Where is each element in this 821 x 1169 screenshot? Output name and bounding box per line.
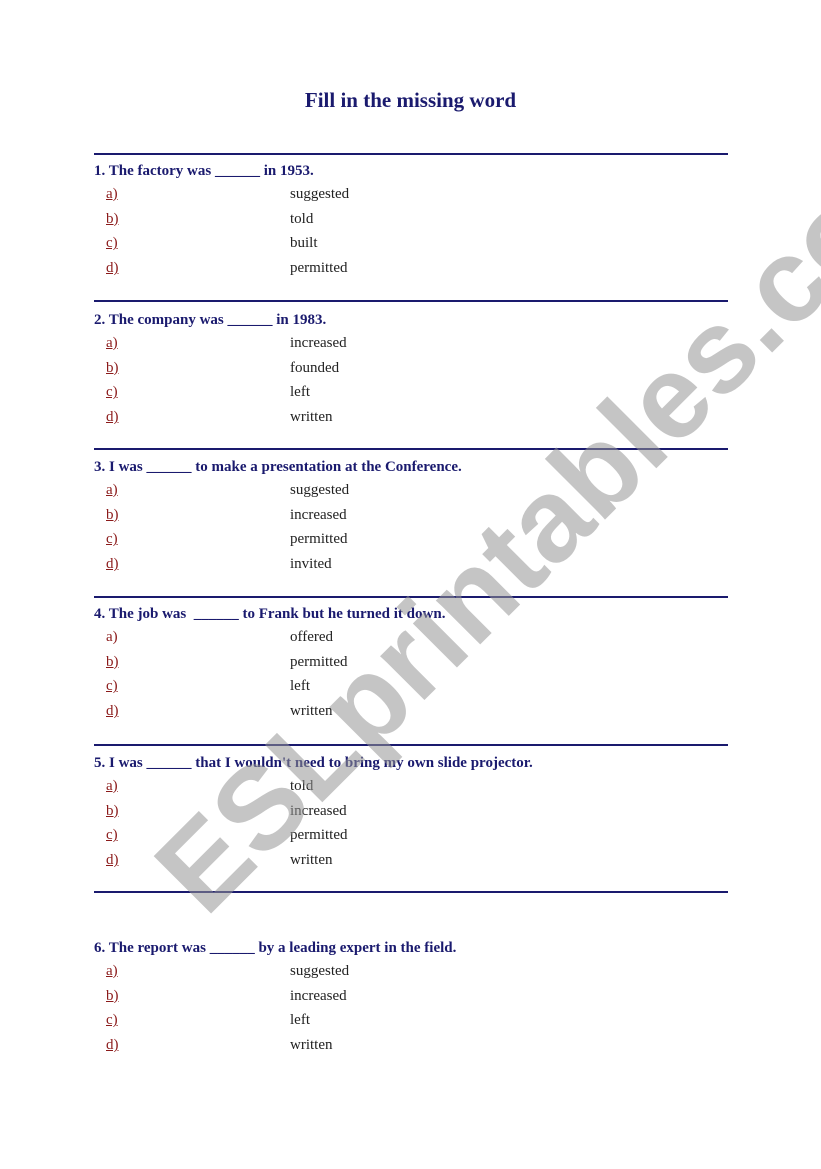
option-word: invited xyxy=(290,556,332,573)
option-a[interactable]: a) offered xyxy=(94,625,734,650)
option-letter[interactable]: b) xyxy=(106,356,119,381)
option-word: suggested xyxy=(290,186,350,202)
divider xyxy=(94,744,728,746)
option-c[interactable]: c) left xyxy=(94,1008,734,1033)
option-b[interactable]: b) increased xyxy=(94,799,734,824)
question-text: 2. The company was ______ in 1983. xyxy=(94,312,327,328)
option-b[interactable]: b) founded xyxy=(94,356,734,381)
divider xyxy=(94,153,728,155)
option-letter[interactable]: d) xyxy=(106,405,119,430)
option-b[interactable]: b) told xyxy=(94,207,734,232)
divider xyxy=(94,300,728,302)
option-letter[interactable]: d) xyxy=(106,552,119,577)
option-word: written xyxy=(290,703,333,720)
option-word: offered xyxy=(290,629,334,645)
question-5: 5. I was ______ that I wouldn't need to … xyxy=(94,752,734,873)
option-b[interactable]: b) increased xyxy=(94,984,734,1009)
option-word: founded xyxy=(290,359,340,376)
option-a[interactable]: a) suggested xyxy=(94,478,734,503)
option-c[interactable]: c) permitted xyxy=(94,527,734,552)
option-letter[interactable]: c) xyxy=(106,380,118,405)
option-word: permitted xyxy=(290,531,348,548)
question-6: 6. The report was ______ by a leading ex… xyxy=(94,937,734,1058)
option-word: increased xyxy=(290,335,347,351)
option-letter[interactable]: c) xyxy=(106,1008,118,1033)
option-word: permitted xyxy=(290,827,348,844)
question-4: 4. The job was ______ to Frank but he tu… xyxy=(94,603,734,724)
option-d[interactable]: d) written xyxy=(94,405,734,430)
option-letter[interactable]: d) xyxy=(106,848,119,873)
option-letter[interactable]: d) xyxy=(106,256,119,281)
option-word: increased xyxy=(290,987,347,1004)
option-word: permitted xyxy=(290,653,348,670)
option-letter[interactable]: a) xyxy=(106,478,118,503)
question-text: 5. I was ______ that I wouldn't need to … xyxy=(94,755,533,771)
option-word: suggested xyxy=(290,482,350,498)
option-c[interactable]: c) left xyxy=(94,380,734,405)
option-a[interactable]: a) told xyxy=(94,774,734,799)
option-word: told xyxy=(290,778,314,794)
option-word: increased xyxy=(290,802,347,819)
option-word: permitted xyxy=(290,260,348,277)
option-letter[interactable]: d) xyxy=(106,699,119,724)
option-d[interactable]: d) written xyxy=(94,699,734,724)
option-word: written xyxy=(290,1037,333,1054)
option-c[interactable]: c) built xyxy=(94,231,734,256)
option-d[interactable]: d) written xyxy=(94,848,734,873)
option-word: written xyxy=(290,409,333,426)
option-letter[interactable]: a) xyxy=(106,959,118,984)
option-d[interactable]: d) written xyxy=(94,1033,734,1058)
option-letter[interactable]: a) xyxy=(106,331,118,356)
option-letter[interactable]: b) xyxy=(106,503,119,528)
option-letter[interactable]: c) xyxy=(106,527,118,552)
question-text: 4. The job was ______ to Frank but he tu… xyxy=(94,606,446,622)
divider xyxy=(94,891,728,893)
option-letter[interactable]: c) xyxy=(106,823,118,848)
option-word: suggested xyxy=(290,963,350,979)
option-word: built xyxy=(290,235,318,252)
option-letter[interactable]: d) xyxy=(106,1033,119,1058)
question-1: 1. The factory was ______ in 1953. a) sug… xyxy=(94,160,734,281)
option-a[interactable]: a) increased xyxy=(94,331,734,356)
option-c[interactable]: c) permitted xyxy=(94,823,734,848)
option-word: increased xyxy=(290,506,347,523)
option-letter[interactable]: b) xyxy=(106,650,119,675)
question-text: 1. The factory was ______ in 1953. xyxy=(94,163,314,179)
page-title: Fill in the missing word xyxy=(304,88,517,112)
option-d[interactable]: d) invited xyxy=(94,552,734,577)
option-b[interactable]: b) permitted xyxy=(94,650,734,675)
option-letter[interactable]: c) xyxy=(106,231,118,256)
question-2: 2. The company was ______ in 1983. a) inc… xyxy=(94,309,734,430)
option-word: left xyxy=(290,384,310,401)
question-text: 3. I was ______ to make a presentation a… xyxy=(94,459,462,475)
option-d[interactable]: d) permitted xyxy=(94,256,734,281)
option-letter[interactable]: a) xyxy=(106,774,118,799)
option-letter[interactable]: a) xyxy=(106,182,118,207)
option-letter[interactable]: a) xyxy=(106,625,118,650)
option-word: left xyxy=(290,1012,310,1029)
divider xyxy=(94,448,728,450)
question-text: 6. The report was ______ by a leading ex… xyxy=(94,940,457,956)
option-b[interactable]: b) increased xyxy=(94,503,734,528)
option-word: written xyxy=(290,852,333,869)
option-a[interactable]: a) suggested xyxy=(94,182,734,207)
option-letter[interactable]: b) xyxy=(106,799,119,824)
question-3: 3. I was ______ to make a presentation a… xyxy=(94,456,734,577)
divider xyxy=(94,596,728,598)
option-word: told xyxy=(290,210,314,227)
option-word: left xyxy=(290,678,310,695)
option-c[interactable]: c) left xyxy=(94,674,734,699)
option-letter[interactable]: b) xyxy=(106,207,119,232)
option-letter[interactable]: b) xyxy=(106,984,119,1009)
option-letter[interactable]: c) xyxy=(106,674,118,699)
option-a[interactable]: a) suggested xyxy=(94,959,734,984)
